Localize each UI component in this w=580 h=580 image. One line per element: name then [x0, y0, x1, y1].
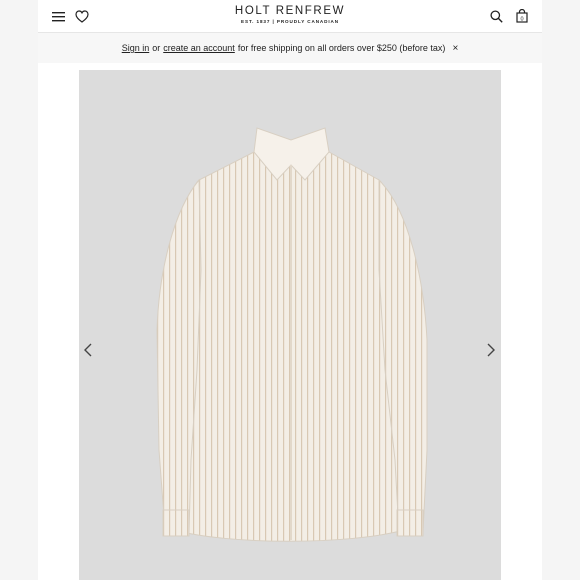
- product-image-gallery[interactable]: [79, 70, 501, 580]
- bag-count: 0: [520, 16, 523, 22]
- brand-logo[interactable]: HOLT RENFREW EST. 1837 | PROUDLY CANADIA…: [38, 5, 542, 24]
- brand-tagline: EST. 1837 | PROUDLY CANADIAN: [241, 19, 339, 24]
- bag-icon[interactable]: 0: [514, 8, 530, 24]
- header-right: 0: [488, 8, 530, 24]
- previous-image-arrow-icon[interactable]: [82, 342, 94, 358]
- search-icon[interactable]: [488, 8, 504, 24]
- product-image: [156, 127, 428, 542]
- close-icon[interactable]: ×: [452, 43, 458, 54]
- page: HOLT RENFREW EST. 1837 | PROUDLY CANADIA…: [38, 0, 542, 580]
- site-header: HOLT RENFREW EST. 1837 | PROUDLY CANADIA…: [38, 0, 542, 33]
- promo-banner: Sign in or create an account for free sh…: [38, 33, 542, 63]
- next-image-arrow-icon[interactable]: [485, 342, 497, 358]
- promo-or-text: or: [152, 43, 161, 53]
- promo-message: for free shipping on all orders over $25…: [237, 43, 446, 53]
- sign-in-link[interactable]: Sign in: [122, 43, 150, 53]
- create-account-link[interactable]: create an account: [163, 43, 235, 53]
- brand-name: HOLT RENFREW: [234, 5, 346, 17]
